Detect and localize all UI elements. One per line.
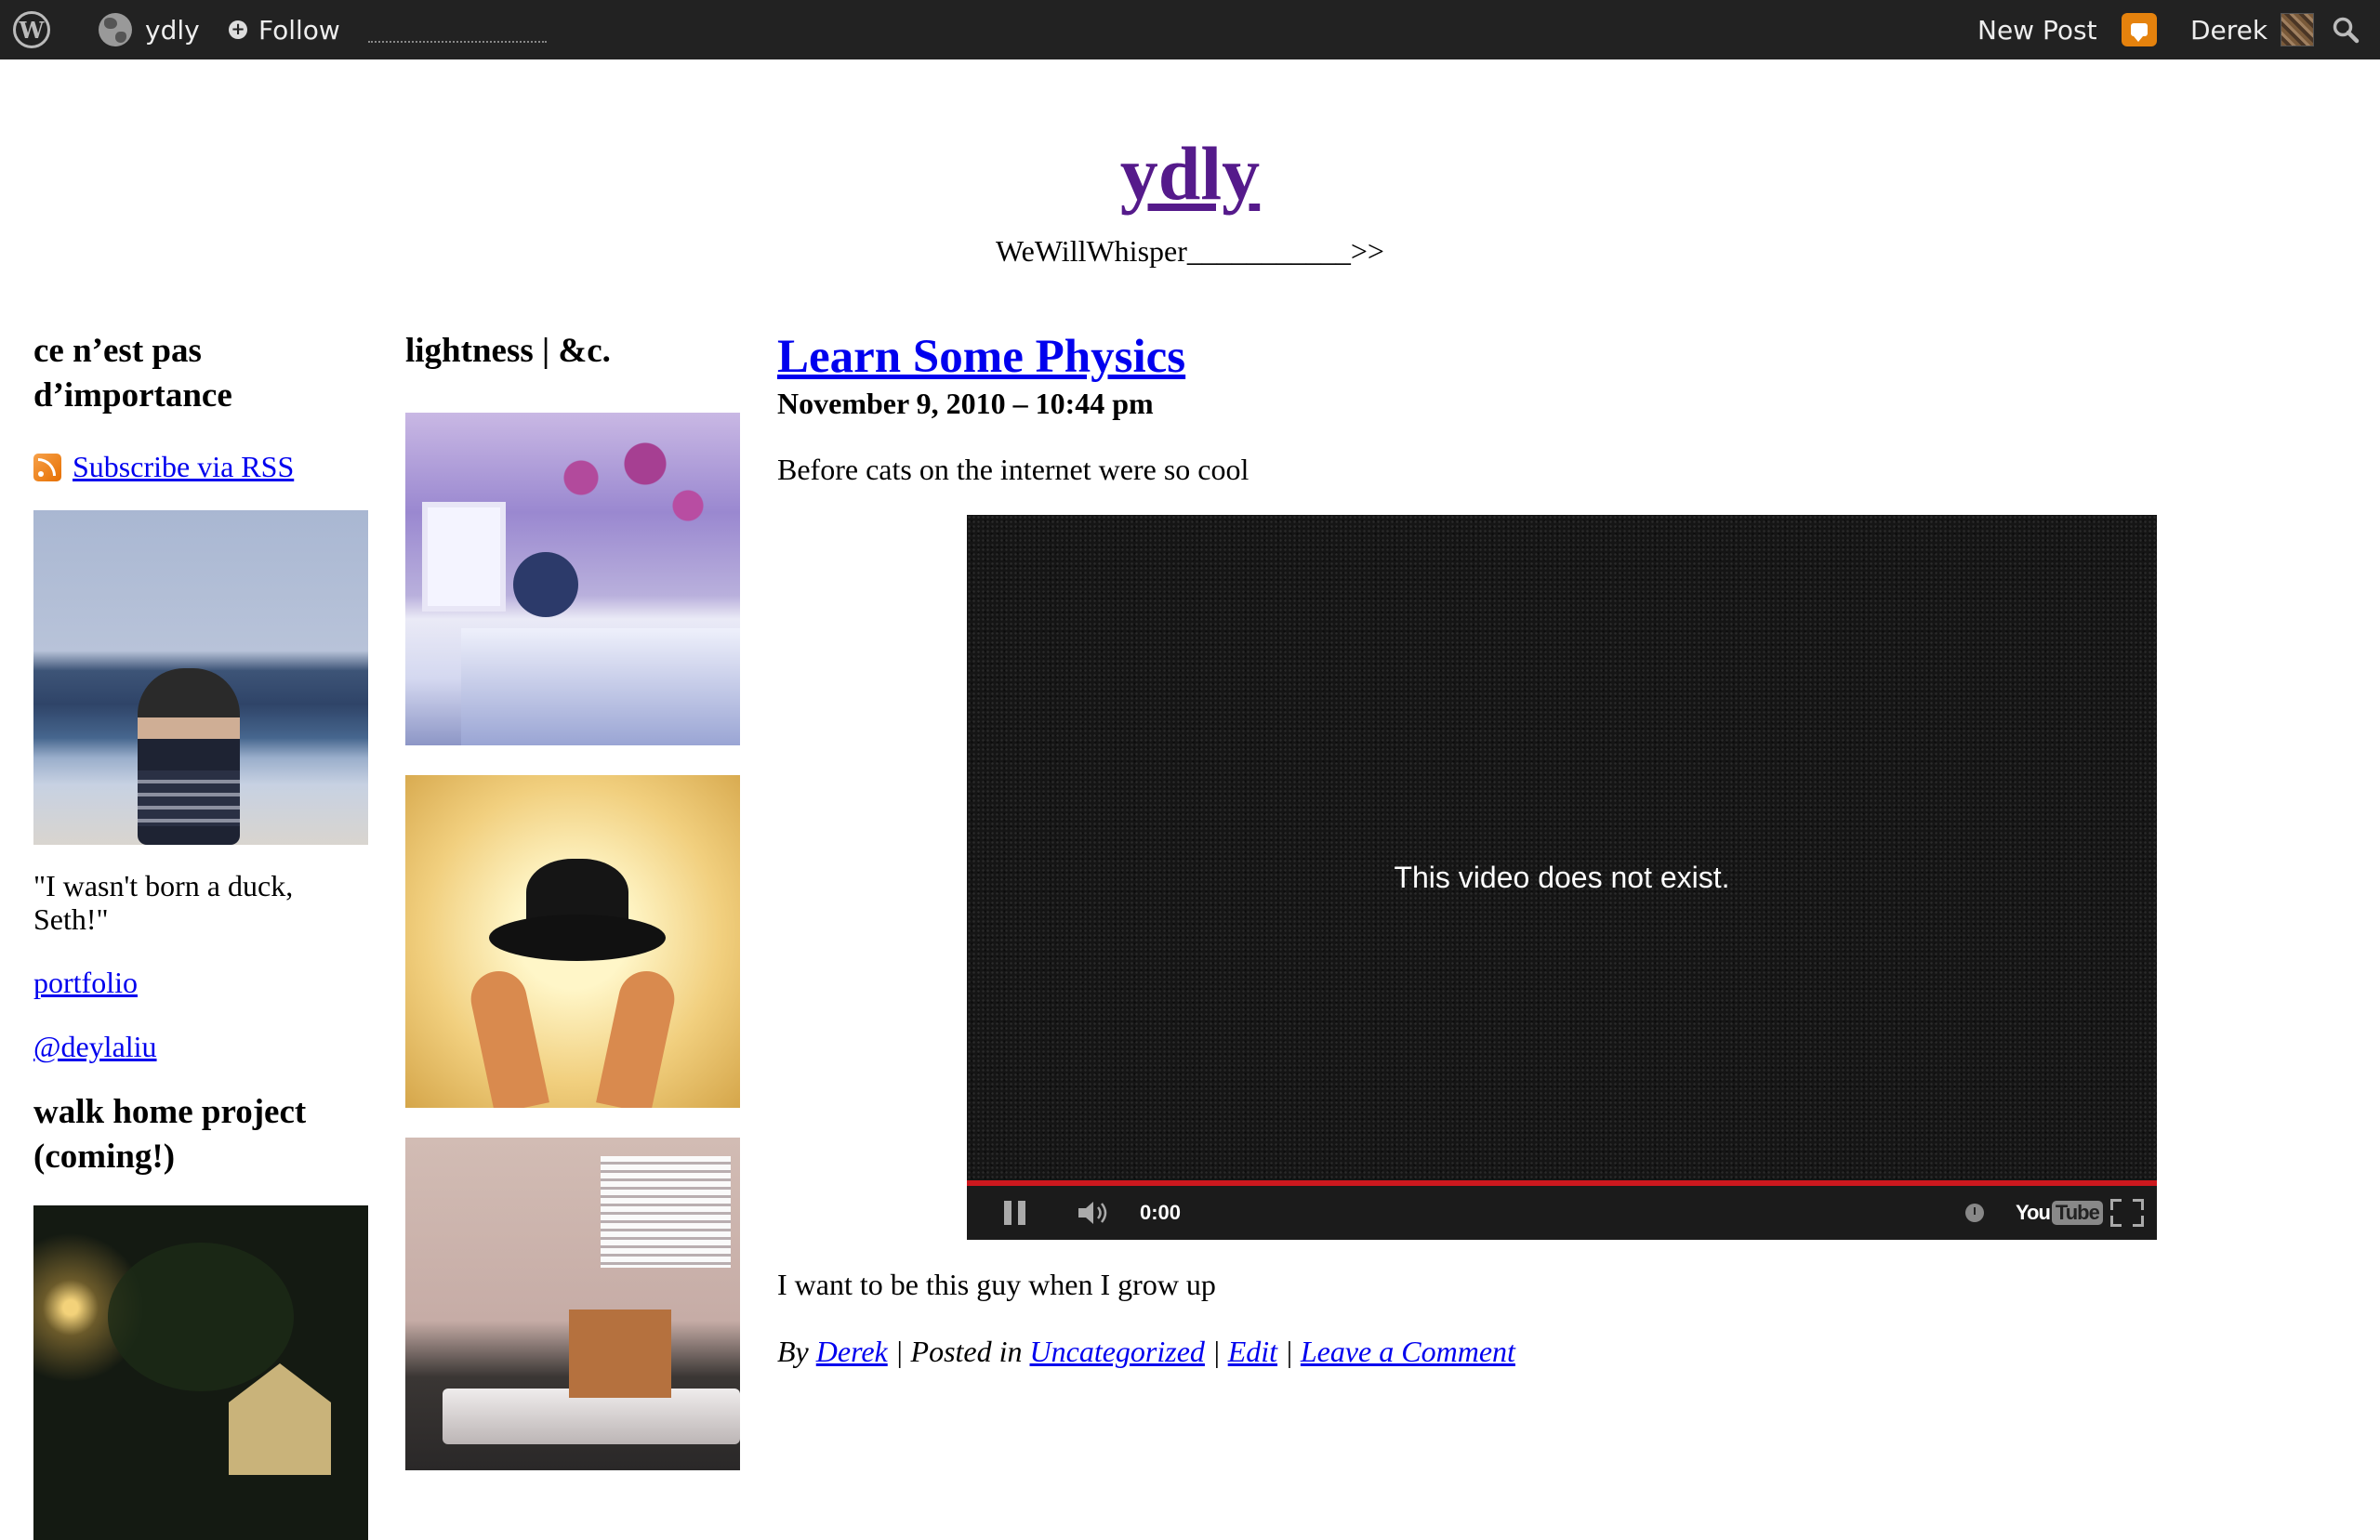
search-icon xyxy=(2333,17,2360,44)
rss-widget: Subscribe via RSS xyxy=(33,450,368,484)
walk-home-title: walk home project (coming!) xyxy=(33,1093,307,1176)
user-name: Derek xyxy=(2190,14,2268,46)
twitter-link[interactable]: @deylaliu xyxy=(33,1030,157,1063)
fullscreen-icon xyxy=(2110,1199,2144,1227)
leave-comment-link[interactable]: Leave a Comment xyxy=(1301,1335,1515,1368)
meta-posted-in: | Posted in xyxy=(894,1335,1023,1368)
gallery-widget-title: lightness | &c. xyxy=(405,332,611,370)
notifications-button[interactable] xyxy=(2122,0,2157,59)
volume-icon xyxy=(1078,1202,1107,1224)
post-intro-text: Before cats on the internet were so cool xyxy=(777,453,1250,486)
follow-label: Follow xyxy=(258,14,340,46)
night-house-photo[interactable] xyxy=(33,1205,368,1540)
search-button[interactable] xyxy=(2332,0,2360,59)
primary-sidebar: ce n’est pas d’importance Subscribe via … xyxy=(33,329,368,1540)
rss-icon[interactable] xyxy=(33,453,61,481)
blog-description: WeWillWhisper___________>> xyxy=(996,234,1384,268)
new-post-label: New Post xyxy=(1977,14,2097,46)
follow-button[interactable]: + Follow xyxy=(229,0,340,59)
bedroom-jump-photo[interactable] xyxy=(405,413,740,745)
secondary-sidebar: lightness | &c. xyxy=(405,329,740,1470)
blog-title-link[interactable]: ydly xyxy=(1120,131,1260,216)
sidebar-widget-title: ce n’est pas d’importance xyxy=(33,332,232,415)
post-title: Learn Some Physics xyxy=(777,329,2153,385)
empty-room-box-photo[interactable] xyxy=(405,1138,740,1470)
blog-title: ydly xyxy=(0,136,2380,212)
new-post-button[interactable]: New Post xyxy=(1977,0,2097,59)
pause-button[interactable] xyxy=(1004,1186,1032,1240)
notification-bubble-icon xyxy=(2122,13,2157,46)
meta-separator: | xyxy=(1211,1335,1221,1368)
floating-hat-photo[interactable] xyxy=(405,775,740,1108)
post-date: November 9, 2010 – 10:44 pm xyxy=(777,387,1154,420)
sidebar-quote: "I wasn't born a duck, Seth!" xyxy=(33,869,294,936)
beach-photo xyxy=(33,510,368,845)
fullscreen-button[interactable] xyxy=(2110,1186,2144,1240)
video-time: 0:00 xyxy=(1140,1201,1182,1224)
post-title-link[interactable]: Learn Some Physics xyxy=(777,331,1185,383)
youtube-video-player[interactable]: This video does not exist. 0:00 You Tube xyxy=(967,515,2157,1240)
user-avatar xyxy=(2281,13,2315,46)
video-controls: 0:00 You Tube xyxy=(967,1186,2157,1240)
admin-bar: W ydly + Follow New Post Derek xyxy=(0,0,2380,59)
category-link[interactable]: Uncategorized xyxy=(1030,1335,1205,1368)
volume-button[interactable] xyxy=(1077,1186,1114,1240)
author-link[interactable]: Derek xyxy=(816,1335,888,1368)
meta-by: By xyxy=(777,1335,809,1368)
post-after-video-text: I want to be this guy when I grow up xyxy=(777,1268,1216,1301)
plus-circle-icon: + xyxy=(229,20,247,39)
video-error-message: This video does not exist. xyxy=(1394,861,1730,894)
admin-bar-divider xyxy=(368,41,547,43)
post-meta: By Derek | Posted in Uncategorized | Edi… xyxy=(777,1335,1515,1369)
blog-post: Learn Some Physics November 9, 2010 – 10… xyxy=(777,329,2157,1368)
youtube-logo[interactable]: You Tube xyxy=(2016,1186,2103,1240)
edit-link[interactable]: Edit xyxy=(1228,1335,1277,1368)
wordpress-menu[interactable]: W xyxy=(13,0,50,59)
subscribe-rss-link[interactable]: Subscribe via RSS xyxy=(73,450,294,484)
site-menu[interactable]: ydly xyxy=(99,0,200,59)
globe-icon xyxy=(99,13,132,46)
meta-separator: | xyxy=(1285,1335,1293,1368)
site-name: ydly xyxy=(145,14,200,46)
portfolio-link[interactable]: portfolio xyxy=(33,966,138,999)
watch-later-button[interactable] xyxy=(1965,1186,1984,1240)
user-menu[interactable]: Derek xyxy=(2190,0,2315,59)
wordpress-logo-icon: W xyxy=(13,11,50,48)
clock-icon xyxy=(1965,1204,1984,1222)
